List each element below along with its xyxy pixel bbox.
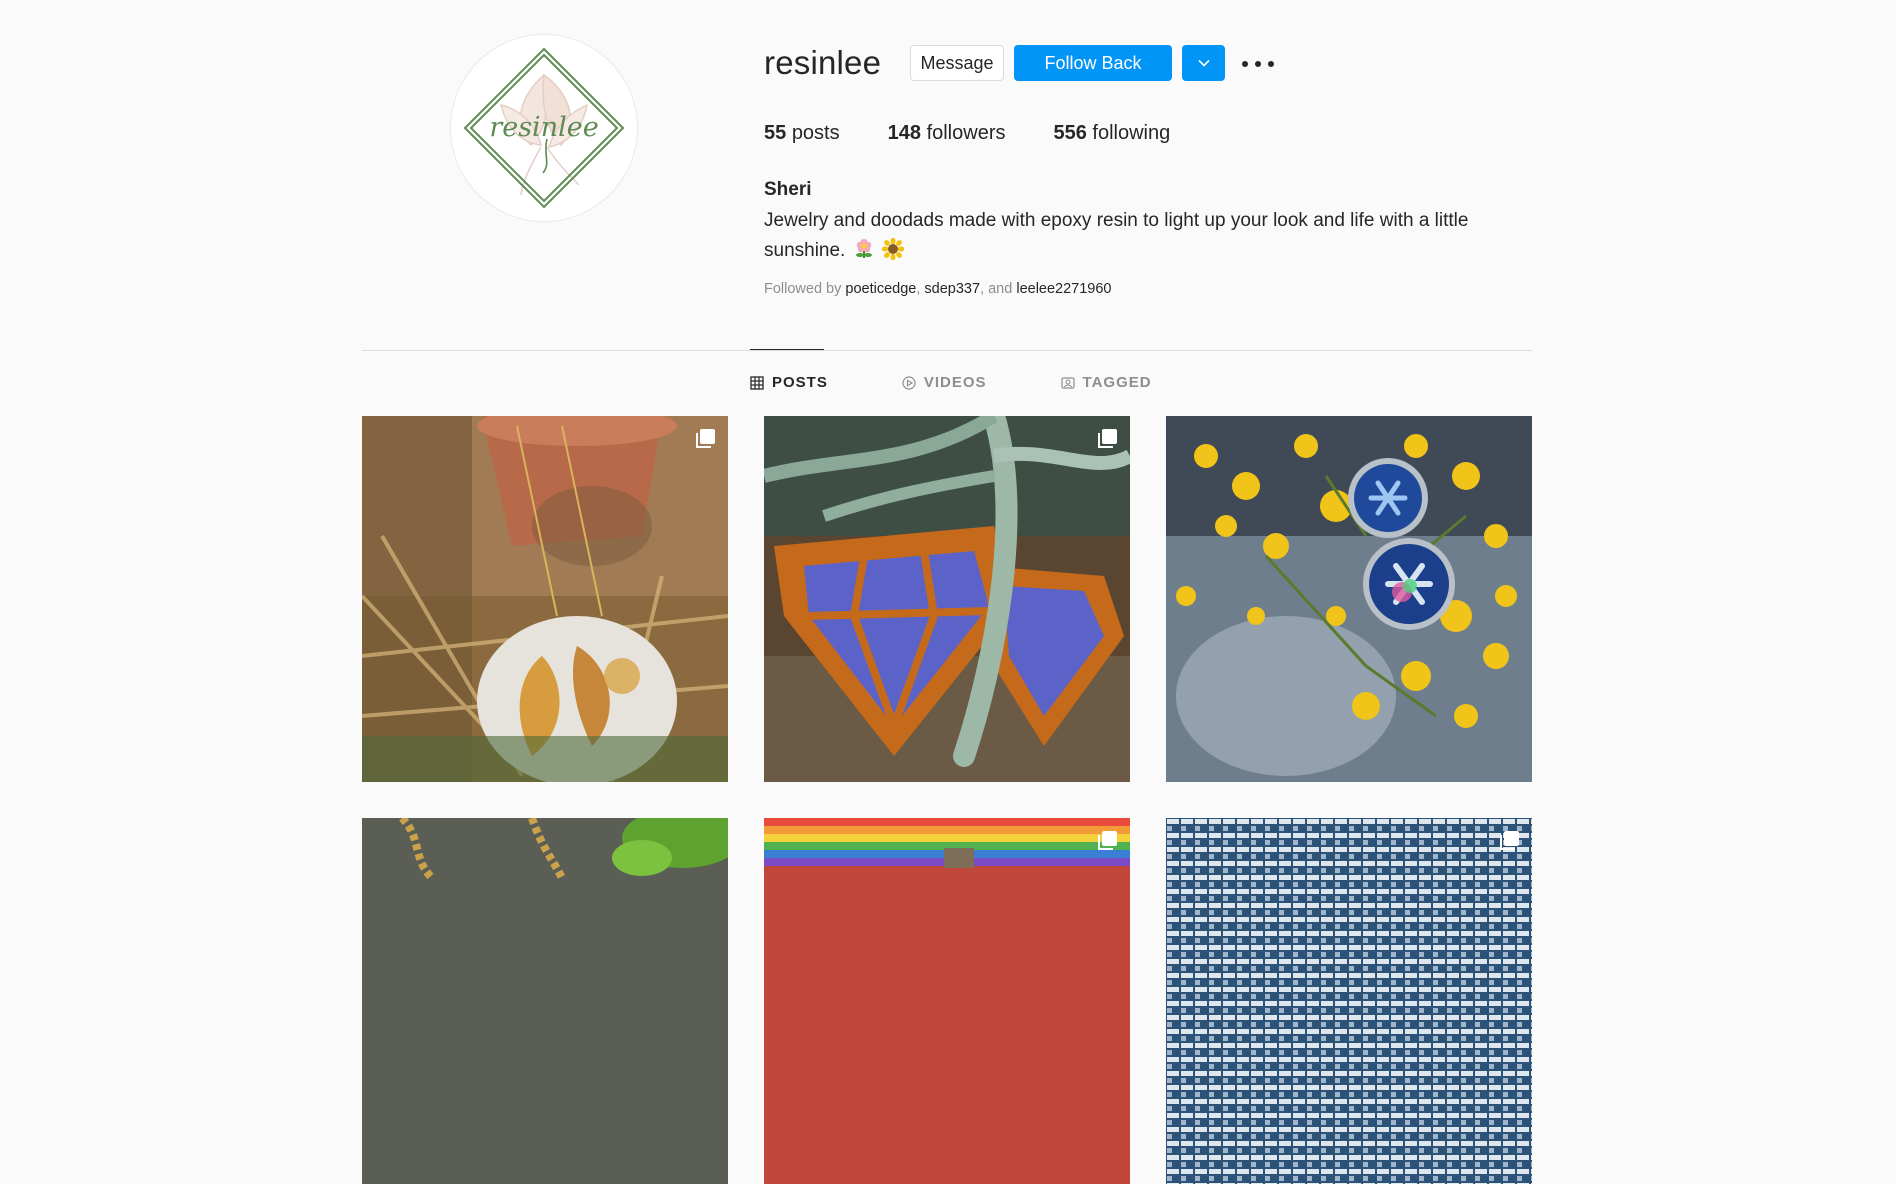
profile-stats: 55 posts 148 followers 556 following — [764, 122, 1218, 145]
multiple-photos-icon — [1500, 831, 1519, 850]
more-dot-icon — [1242, 61, 1248, 67]
following-label: following — [1092, 122, 1171, 144]
tab-posts[interactable]: POSTS — [750, 374, 828, 391]
avatar-logo-image: resinlee — [451, 35, 637, 221]
profile-username: resinlee — [764, 44, 882, 81]
post-thumbnail[interactable] — [1166, 818, 1532, 1184]
multiple-photos-icon — [696, 429, 715, 448]
tab-posts-label: POSTS — [772, 374, 828, 391]
multiple-photos-icon — [1098, 429, 1117, 448]
followers-count: 148 — [887, 122, 921, 144]
svg-text:resinlee: resinlee — [489, 112, 598, 143]
post-image-snowflake-earrings — [1166, 416, 1532, 782]
post-thumbnail[interactable] — [362, 818, 728, 1184]
tabs-divider — [362, 350, 1532, 351]
post-image-diamond-earrings — [764, 416, 1130, 782]
post-thumbnail[interactable] — [1166, 416, 1532, 782]
active-tab-indicator — [750, 349, 824, 350]
following-count: 556 — [1053, 122, 1087, 144]
profile-bio: Jewelry and doodads made with epoxy resi… — [764, 206, 1554, 266]
more-dot-icon — [1255, 61, 1261, 67]
tab-tagged-label: TAGGED — [1082, 374, 1152, 391]
post-image-woven-blue — [1166, 818, 1532, 1184]
profile-avatar[interactable]: resinlee — [450, 34, 638, 222]
play-icon — [902, 375, 916, 390]
message-button[interactable]: Message — [910, 45, 1004, 81]
profile-page: resinlee resinlee Message Follow Back 55… — [362, 0, 1532, 1184]
followed-by-text: Followed by poeticedge, sdep337, and lee… — [764, 281, 1112, 297]
tab-videos[interactable]: VIDEOS — [902, 374, 987, 391]
more-dot-icon — [1268, 61, 1274, 67]
followed-by-separator: , and — [980, 281, 1017, 297]
tab-videos-label: VIDEOS — [923, 374, 987, 391]
followed-by-prefix: Followed by — [764, 281, 842, 297]
follower-link[interactable]: poeticedge — [845, 281, 916, 297]
post-image-gold-chain — [362, 818, 728, 1184]
follower-link[interactable]: leelee2271960 — [1016, 281, 1111, 297]
suggested-dropdown-button[interactable] — [1182, 45, 1225, 81]
follower-link[interactable]: sdep337 — [924, 281, 980, 297]
posts-label: posts — [791, 122, 840, 144]
posts-count: 55 — [764, 122, 787, 144]
flower-emoji-icon — [855, 238, 872, 258]
post-thumbnail[interactable] — [764, 416, 1130, 782]
post-thumbnail[interactable] — [764, 818, 1130, 1184]
followers-label: followers — [926, 122, 1006, 144]
posts-stat: 55 posts — [764, 122, 840, 145]
profile-full-name: Sheri — [764, 179, 812, 200]
followers-stat[interactable]: 148 followers — [888, 122, 1006, 145]
profile-tabs: POSTS VIDEOS TAGGED — [750, 374, 1226, 391]
sunflower-emoji-icon — [881, 238, 904, 260]
post-thumbnail[interactable] — [362, 416, 728, 782]
multiple-photos-icon — [1098, 831, 1117, 850]
grid-icon — [750, 375, 764, 390]
more-options-button[interactable] — [1242, 54, 1274, 74]
tab-tagged[interactable]: TAGGED — [1060, 374, 1152, 391]
chevron-down-icon — [1197, 59, 1210, 67]
post-image-pendant — [362, 416, 728, 782]
post-image-rainbow — [764, 818, 1130, 1184]
tag-icon — [1060, 376, 1075, 389]
following-stat[interactable]: 556 following — [1053, 122, 1170, 145]
follow-back-button[interactable]: Follow Back — [1014, 45, 1172, 81]
